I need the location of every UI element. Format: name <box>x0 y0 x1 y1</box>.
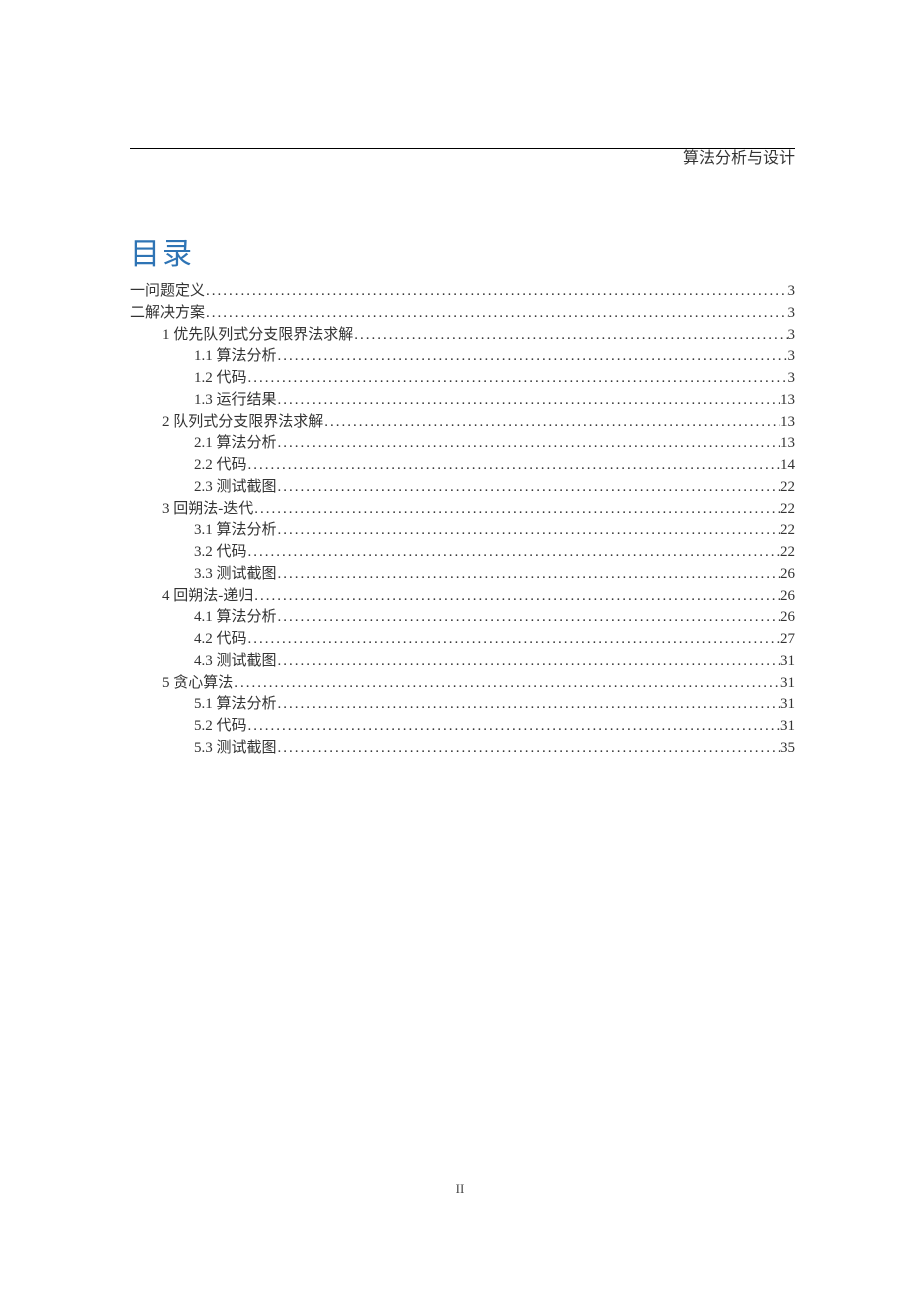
toc-entry[interactable]: 5.2 代码 31 <box>130 716 795 738</box>
toc-entry-label: 二解决方案 <box>130 303 205 325</box>
toc-entry-page: 3 <box>788 368 796 390</box>
toc-entry[interactable]: 一问题定义 3 <box>130 281 795 303</box>
toc-leader-dots <box>277 738 780 760</box>
toc-entry-label: 4 回朔法-递归 <box>162 586 253 608</box>
toc-entry-label: 2 队列式分支限界法求解 <box>162 412 323 434</box>
toc-leader-dots <box>277 477 780 499</box>
toc-entry-label: 1.3 运行结果 <box>194 390 277 412</box>
toc-leader-dots <box>205 281 787 303</box>
toc-entry-page: 14 <box>780 455 795 477</box>
toc-leader-dots <box>277 433 780 455</box>
toc-entry[interactable]: 二解决方案 3 <box>130 303 795 325</box>
page-number: II <box>0 1181 920 1197</box>
toc-entry-page: 31 <box>780 694 795 716</box>
toc-entry-label: 2.1 算法分析 <box>194 433 277 455</box>
toc-entry-page: 26 <box>780 607 795 629</box>
toc-entry-page: 26 <box>780 564 795 586</box>
toc-entry-page: 26 <box>780 586 795 608</box>
toc-entry-page: 3 <box>788 325 796 347</box>
toc-entry-label: 1.1 算法分析 <box>194 346 277 368</box>
toc-entry-label: 5 贪心算法 <box>162 673 233 695</box>
toc-entry-page: 22 <box>780 542 795 564</box>
toc-entry[interactable]: 2.1 算法分析 13 <box>130 433 795 455</box>
document-page: 算法分析与设计 目录 一问题定义3二解决方案31 优先队列式分支限界法求解31.… <box>0 0 920 760</box>
toc-entry-label: 5.3 测试截图 <box>194 738 277 760</box>
toc-leader-dots <box>277 651 780 673</box>
toc-leader-dots <box>277 390 780 412</box>
toc-leader-dots <box>233 673 780 695</box>
toc-entry-page: 22 <box>780 499 795 521</box>
toc-entry[interactable]: 3 回朔法-迭代 22 <box>130 499 795 521</box>
toc-entry-label: 2.2 代码 <box>194 455 247 477</box>
toc-entry-page: 35 <box>780 738 795 760</box>
toc-leader-dots <box>353 325 787 347</box>
toc-entry[interactable]: 4.3 测试截图 31 <box>130 651 795 673</box>
toc-entry[interactable]: 4.1 算法分析 26 <box>130 607 795 629</box>
table-of-contents: 一问题定义3二解决方案31 优先队列式分支限界法求解31.1 算法分析31.2 … <box>130 281 795 760</box>
toc-entry-page: 31 <box>780 716 795 738</box>
toc-entry-page: 31 <box>780 673 795 695</box>
toc-entry-page: 22 <box>780 477 795 499</box>
toc-entry-page: 3 <box>788 346 796 368</box>
toc-entry[interactable]: 5.1 算法分析 31 <box>130 694 795 716</box>
toc-entry-page: 27 <box>780 629 795 651</box>
toc-entry[interactable]: 2.2 代码 14 <box>130 455 795 477</box>
toc-leader-dots <box>205 303 787 325</box>
toc-entry[interactable]: 5 贪心算法 31 <box>130 673 795 695</box>
toc-leader-dots <box>247 716 780 738</box>
toc-entry-label: 3 回朔法-迭代 <box>162 499 253 521</box>
page-header: 算法分析与设计 <box>130 148 795 173</box>
toc-entry[interactable]: 3.2 代码 22 <box>130 542 795 564</box>
toc-entry[interactable]: 2.3 测试截图 22 <box>130 477 795 499</box>
toc-entry[interactable]: 1 优先队列式分支限界法求解 3 <box>130 325 795 347</box>
toc-entry[interactable]: 5.3 测试截图 35 <box>130 738 795 760</box>
toc-entry[interactable]: 4.2 代码 27 <box>130 629 795 651</box>
toc-entry[interactable]: 3.3 测试截图 26 <box>130 564 795 586</box>
toc-entry-page: 13 <box>780 390 795 412</box>
toc-leader-dots <box>323 412 780 434</box>
toc-entry[interactable]: 1.2 代码 3 <box>130 368 795 390</box>
toc-entry-label: 2.3 测试截图 <box>194 477 277 499</box>
toc-entry-page: 13 <box>780 433 795 455</box>
toc-leader-dots <box>253 586 780 608</box>
toc-entry[interactable]: 1.1 算法分析 3 <box>130 346 795 368</box>
toc-entry-page: 31 <box>780 651 795 673</box>
toc-leader-dots <box>253 499 780 521</box>
toc-entry-label: 4.3 测试截图 <box>194 651 277 673</box>
toc-leader-dots <box>277 564 780 586</box>
toc-entry-page: 3 <box>788 281 796 303</box>
toc-entry-label: 1.2 代码 <box>194 368 247 390</box>
toc-leader-dots <box>277 346 788 368</box>
toc-entry-label: 5.2 代码 <box>194 716 247 738</box>
header-title: 算法分析与设计 <box>683 144 795 168</box>
toc-leader-dots <box>247 542 780 564</box>
toc-entry[interactable]: 1.3 运行结果 13 <box>130 390 795 412</box>
toc-entry-label: 4.2 代码 <box>194 629 247 651</box>
toc-entry[interactable]: 2 队列式分支限界法求解 13 <box>130 412 795 434</box>
toc-entry-page: 22 <box>780 520 795 542</box>
toc-leader-dots <box>277 607 780 629</box>
toc-entry-label: 3.2 代码 <box>194 542 247 564</box>
toc-leader-dots <box>247 455 780 477</box>
toc-entry[interactable]: 3.1 算法分析 22 <box>130 520 795 542</box>
toc-leader-dots <box>277 520 780 542</box>
toc-heading: 目录 <box>130 229 795 273</box>
toc-leader-dots <box>247 368 788 390</box>
toc-entry-page: 13 <box>780 412 795 434</box>
toc-leader-dots <box>277 694 780 716</box>
toc-entry-label: 3.1 算法分析 <box>194 520 277 542</box>
toc-entry-label: 一问题定义 <box>130 281 205 303</box>
toc-entry-label: 1 优先队列式分支限界法求解 <box>162 325 353 347</box>
toc-entry[interactable]: 4 回朔法-递归 26 <box>130 586 795 608</box>
toc-entry-label: 3.3 测试截图 <box>194 564 277 586</box>
toc-entry-label: 4.1 算法分析 <box>194 607 277 629</box>
toc-entry-page: 3 <box>788 303 796 325</box>
toc-leader-dots <box>247 629 780 651</box>
toc-entry-label: 5.1 算法分析 <box>194 694 277 716</box>
